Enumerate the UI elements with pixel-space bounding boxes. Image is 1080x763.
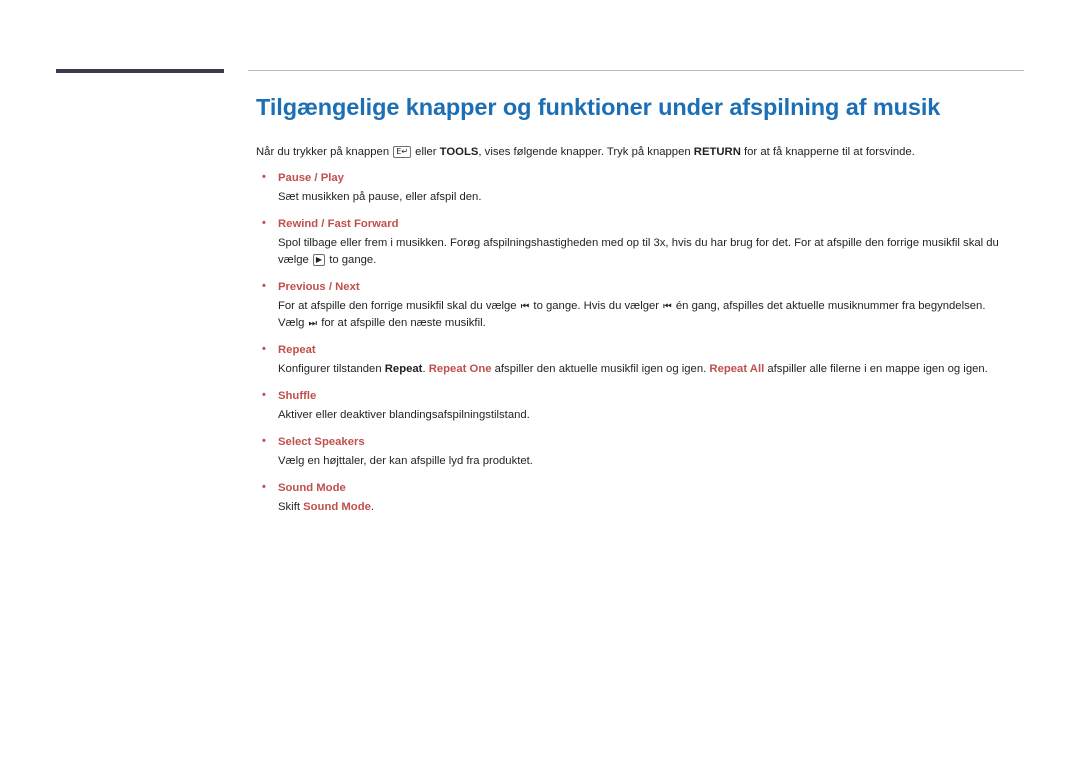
body-text: én gang, afspilles det aktuelle musiknum… bbox=[672, 300, 986, 312]
body-text: Sæt musikken på pause, eller afspil den. bbox=[278, 191, 482, 203]
menu-term: Repeat One bbox=[428, 363, 492, 375]
list-item-body: Konfigurer tilstanden Repeat. Repeat One… bbox=[256, 361, 1026, 378]
list-item: Shuffle Aktiver eller deaktiver blandings… bbox=[256, 387, 1026, 424]
tools-button-label: TOOLS bbox=[439, 146, 479, 158]
body-text: . bbox=[370, 501, 375, 513]
list-item-body: Sæt musikken på pause, eller afspil den. bbox=[256, 189, 1026, 206]
list-item-body: For at afspille den forrige musikfil ska… bbox=[256, 298, 1026, 332]
page-title: Tilgængelige knapper og funktioner under… bbox=[256, 94, 941, 120]
intro-suffix: for at få knapperne til at forsvinde. bbox=[744, 146, 915, 158]
page-content: Tilgængelige knapper og funktioner under… bbox=[256, 92, 1026, 526]
list-item: Rewind / Fast Forward Spol tilbage eller … bbox=[256, 215, 1026, 269]
list-item-heading: Repeat bbox=[256, 341, 1026, 358]
list-item: Sound ModeSkift Sound Mode. bbox=[256, 479, 1026, 516]
intro-prefix: Når du trykker på knappen bbox=[256, 146, 390, 158]
list-item-heading: Previous / Next bbox=[256, 278, 1026, 295]
body-text: to gange. Hvis du vælger bbox=[530, 300, 663, 312]
list-item: RepeatKonfigurer tilstanden Repeat. Repe… bbox=[256, 341, 1026, 378]
list-item-heading: Pause / Play bbox=[256, 169, 1026, 186]
body-text: Konfigurer tilstanden bbox=[278, 363, 385, 375]
list-item-heading: Shuffle bbox=[256, 387, 1026, 404]
next-icon: ⏭ bbox=[308, 318, 318, 329]
list-item-heading: Rewind / Fast Forward bbox=[256, 215, 1026, 232]
list-item-body: Vælg en højttaler, der kan afspille lyd … bbox=[256, 453, 1026, 470]
body-text: For at afspille den forrige musikfil ska… bbox=[278, 300, 520, 312]
enter-key-icon: E↵ bbox=[393, 146, 412, 158]
body-text: to gange. bbox=[326, 254, 377, 266]
header-rule-left bbox=[56, 69, 224, 73]
intro-mid1: eller bbox=[415, 146, 437, 158]
list-item: Previous / Next For at afspille den forri… bbox=[256, 278, 1026, 332]
body-text: Vælg en højttaler, der kan afspille lyd … bbox=[278, 455, 533, 467]
body-text: Skift bbox=[278, 501, 304, 513]
intro-paragraph: Når du trykker på knappen E↵ eller TOOLS… bbox=[256, 144, 1026, 160]
emphasis-text: Repeat bbox=[384, 363, 423, 375]
list-item: Pause / Play Sæt musikken på pause, eller… bbox=[256, 169, 1026, 206]
body-text: Vælg bbox=[278, 317, 308, 329]
header-rule-right bbox=[248, 70, 1024, 71]
list-item-body: Aktiver eller deaktiver blandingsafspiln… bbox=[256, 407, 1026, 424]
body-text: afspiller den aktuelle musikfil igen og … bbox=[491, 363, 710, 375]
play-key-icon: ▶ bbox=[312, 254, 326, 266]
list-item-heading: Select Speakers bbox=[256, 433, 1026, 450]
document-page: Tilgængelige knapper og funktioner under… bbox=[0, 0, 1080, 763]
menu-term: Repeat All bbox=[709, 363, 765, 375]
return-button-label: RETURN bbox=[693, 146, 741, 158]
body-text: for at afspille den næste musikfil. bbox=[318, 317, 486, 329]
list-item-body: Spol tilbage eller frem i musikken. Forø… bbox=[256, 235, 1026, 269]
previous-icon: ⏮ bbox=[663, 301, 672, 312]
list-item-heading: Sound Mode bbox=[256, 479, 1026, 496]
body-text: afspiller alle filerne i en mappe igen o… bbox=[764, 363, 988, 375]
menu-term: Sound Mode bbox=[303, 501, 371, 513]
feature-list: Pause / Play Sæt musikken på pause, eller… bbox=[256, 169, 1026, 516]
previous-icon: ⏮ bbox=[520, 301, 530, 312]
body-text: Spol tilbage eller frem i musikken. Forø… bbox=[278, 237, 999, 266]
intro-mid2: , vises følgende knapper. Tryk på knappe… bbox=[478, 146, 691, 158]
list-item-body: Skift Sound Mode. bbox=[256, 499, 1026, 516]
list-item: Select Speakers Vælg en højttaler, der ka… bbox=[256, 433, 1026, 470]
body-text: Aktiver eller deaktiver blandingsafspiln… bbox=[278, 409, 530, 421]
